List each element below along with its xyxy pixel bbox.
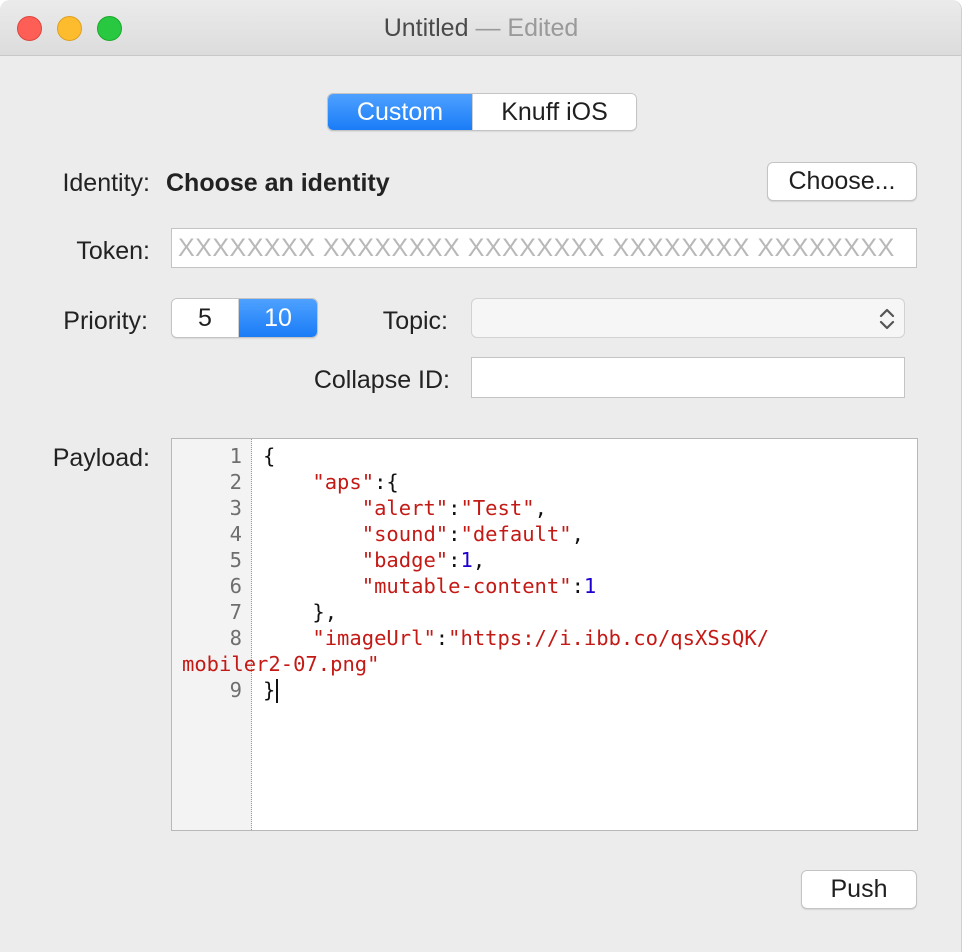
json-punctuation: { xyxy=(263,444,276,468)
topic-label: Topic: xyxy=(382,307,448,335)
title-bar[interactable]: Untitled — Edited xyxy=(0,0,961,56)
identity-value: Choose an identity xyxy=(166,169,390,197)
token-placeholder: XXXXXXXX XXXXXXXX XXXXXXXX XXXXXXXX XXXX… xyxy=(178,233,895,262)
json-punctuation xyxy=(263,548,362,572)
priority-segmented-control: 5 10 xyxy=(171,298,318,338)
line-number: 5 xyxy=(229,548,242,572)
push-button[interactable]: Push xyxy=(801,870,917,909)
json-punctuation: :{ xyxy=(374,470,399,494)
json-string: "mutable-content" xyxy=(361,574,572,598)
token-input[interactable]: XXXXXXXX XXXXXXXX XXXXXXXX XXXXXXXX XXXX… xyxy=(171,228,917,268)
priority-label: Priority: xyxy=(63,307,148,335)
app-window: Untitled — Edited Custom Knuff iOS Ident… xyxy=(0,0,962,952)
json-punctuation: , xyxy=(571,522,584,546)
json-string: "Test" xyxy=(460,496,535,520)
code-line[interactable]: mobiler2-07.png" xyxy=(172,651,917,677)
line-number: 4 xyxy=(229,522,242,546)
code-text: "imageUrl":"https://i.ibb.co/qsXSsQK/ xyxy=(263,625,769,651)
code-line[interactable]: 3 "alert":"Test", xyxy=(172,495,917,521)
code-text: "mutable-content":1 xyxy=(263,573,597,599)
json-punctuation xyxy=(263,574,362,598)
line-number: 9 xyxy=(229,678,242,702)
code-text: "badge":1, xyxy=(263,547,485,573)
topic-popup-button[interactable] xyxy=(471,298,905,338)
json-string: "https://i.ibb.co/qsXSsQK/ xyxy=(448,626,770,650)
code-line[interactable]: 9} xyxy=(172,677,917,703)
payload-label: Payload: xyxy=(52,444,150,472)
code-line[interactable]: 6 "mutable-content":1 xyxy=(172,573,917,599)
code-line[interactable]: 2 "aps":{ xyxy=(172,469,917,495)
code-line[interactable]: 1{ xyxy=(172,443,917,469)
code-text: } xyxy=(263,677,279,703)
json-punctuation: }, xyxy=(263,600,338,624)
json-string: "aps" xyxy=(312,470,375,494)
json-string: "alert" xyxy=(361,496,449,520)
json-punctuation: , xyxy=(534,496,547,520)
json-punctuation: : xyxy=(448,522,461,546)
code-line[interactable]: 8 "imageUrl":"https://i.ibb.co/qsXSsQK/ xyxy=(172,625,917,651)
identity-label: Identity: xyxy=(62,169,150,197)
mode-knuff-ios-segment[interactable]: Knuff iOS xyxy=(472,94,636,130)
code-text: { xyxy=(263,443,275,469)
code-line[interactable]: 5 "badge":1, xyxy=(172,547,917,573)
title-separator: — xyxy=(475,14,501,42)
json-punctuation xyxy=(263,470,312,494)
json-punctuation: : xyxy=(435,626,449,650)
line-number: 3 xyxy=(229,496,242,520)
json-punctuation: : xyxy=(448,496,461,520)
code-text: "aps":{ xyxy=(263,469,399,495)
text-caret xyxy=(276,679,279,703)
json-string: mobiler2-07.png" xyxy=(182,652,380,676)
json-string: "imageUrl" xyxy=(312,626,436,650)
json-number: 1 xyxy=(583,574,597,598)
line-number: 6 xyxy=(229,574,242,598)
priority-10-segment[interactable]: 10 xyxy=(238,299,317,337)
json-punctuation xyxy=(263,496,362,520)
json-punctuation xyxy=(263,522,362,546)
choose-identity-button[interactable]: Choose... xyxy=(767,162,917,201)
line-number: 8 xyxy=(229,626,242,650)
payload-editor[interactable]: 1{2 "aps":{3 "alert":"Test", 4 "sound":"d… xyxy=(171,438,918,831)
collapse-id-input[interactable] xyxy=(471,357,905,398)
json-punctuation: , xyxy=(472,548,486,572)
token-label: Token: xyxy=(76,237,150,265)
code-text: "sound":"default", xyxy=(263,521,584,547)
code-text: }, xyxy=(263,599,337,625)
code-line[interactable]: 4 "sound":"default", xyxy=(172,521,917,547)
line-number: 1 xyxy=(229,444,242,468)
code-text: "alert":"Test", xyxy=(263,495,547,521)
payload-code[interactable]: 1{2 "aps":{3 "alert":"Test", 4 "sound":"d… xyxy=(172,443,917,703)
collapse-id-label: Collapse ID: xyxy=(313,366,450,394)
json-string: "badge" xyxy=(361,548,449,572)
json-punctuation: : xyxy=(448,548,461,572)
line-number: 2 xyxy=(229,470,242,494)
mode-custom-segment[interactable]: Custom xyxy=(328,94,472,130)
window-title: Untitled — Edited xyxy=(0,14,961,43)
json-punctuation: } xyxy=(263,678,276,702)
document-name: Untitled xyxy=(383,14,469,42)
json-string: "default" xyxy=(460,522,572,546)
up-down-chevron-icon xyxy=(879,308,895,330)
json-punctuation xyxy=(263,626,312,650)
json-punctuation: : xyxy=(571,574,584,598)
mode-segmented-control: Custom Knuff iOS xyxy=(327,93,637,131)
json-string: "sound" xyxy=(361,522,449,546)
line-number: 7 xyxy=(229,600,242,624)
json-number: 1 xyxy=(460,548,473,572)
priority-5-segment[interactable]: 5 xyxy=(172,299,238,337)
document-status: Edited xyxy=(507,14,579,42)
code-text: mobiler2-07.png" xyxy=(182,651,379,677)
code-line[interactable]: 7 }, xyxy=(172,599,917,625)
